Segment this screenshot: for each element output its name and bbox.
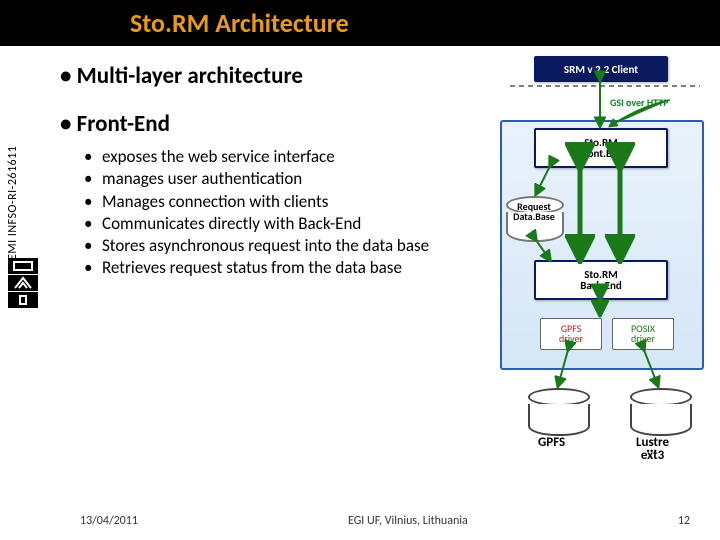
box-gpfs-driver: GPFSdriver [540,318,602,350]
cylinder-lustre [630,388,688,432]
list-item: exposes the web service interface [102,146,452,167]
slide-footer: 13/04/2011 EGI UF, Vilnius, Lithuania 12 [0,514,720,528]
box-srm-client: SRM v 2.2 Client [534,56,668,82]
label-gsi-over-http: GSI over HTTP [610,96,669,109]
list-item: Stores asynchronous request into the dat… [102,235,452,256]
box-frontend: Sto.RM Front.End [534,128,668,168]
label-request-database: RequestData.Base [509,202,559,222]
ellipsis: … [646,438,657,457]
list-item: Manages connection with clients [102,191,452,212]
bullet-multilayer: Multi-layer architecture [60,62,496,90]
title-band: Sto.RM Architecture [0,0,720,46]
box-posix-driver: POSIXdriver [612,318,674,350]
sub-bullet-list: exposes the web service interface manage… [50,146,452,279]
slide-title: Sto.RM Architecture [130,7,349,39]
frontend-label-2: Front.End [579,148,623,159]
list-item: Communicates directly with Back-End [102,213,452,234]
list-item: manages user authentication [102,168,452,189]
footer-page-number: 12 [678,514,690,528]
list-item: Retrieves request status from the data b… [102,257,452,278]
content-column: Multi-layer architecture Front-End expos… [50,56,496,486]
label-gpfs-fs: GPFS [538,436,565,449]
emi-logo [8,258,38,308]
architecture-diagram: SRM v 2.2 Client GSI over HTTP Sto.RM Fr… [500,56,710,466]
footer-venue: EGI UF, Vilnius, Lithuania [348,514,468,528]
side-identifier: EMI INFSO-RI-261611 [6,146,20,260]
box-backend: Sto.RM Back.End [534,260,668,300]
footer-date: 13/04/2011 [80,514,138,528]
cylinder-gpfs [528,388,586,432]
backend-label-2: Back.End [580,280,622,291]
bullet-frontend: Front-End [60,110,496,138]
